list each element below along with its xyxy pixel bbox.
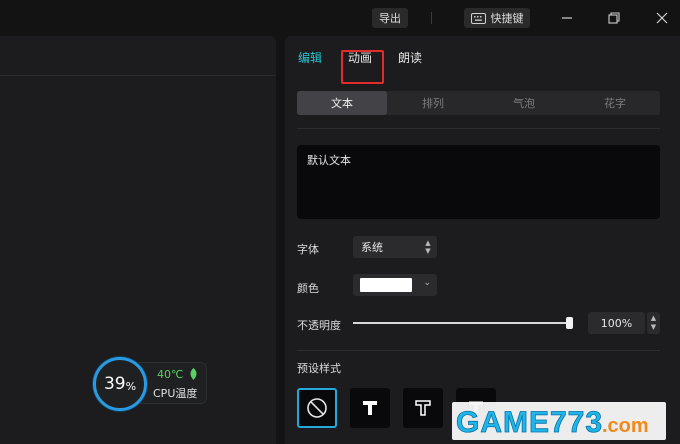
- highlight-box: [341, 50, 384, 84]
- shortcut-button[interactable]: 快捷键: [464, 8, 530, 28]
- font-value: 系统: [361, 241, 383, 254]
- cpu-temperature: 40℃: [157, 368, 184, 381]
- opacity-slider-handle[interactable]: [566, 317, 573, 329]
- shortcut-label: 快捷键: [490, 12, 524, 25]
- updown-icon: ▲ ▼: [425, 239, 431, 255]
- minimize-icon[interactable]: [559, 10, 575, 26]
- preset-style-2[interactable]: [403, 388, 443, 428]
- subtab-text[interactable]: 文本: [297, 91, 387, 115]
- chevron-down-icon: ⌄: [423, 278, 431, 288]
- svg-text:.com: .com: [602, 415, 649, 437]
- cpu-usage-unit: %: [125, 379, 137, 393]
- text-outline-icon: [415, 400, 431, 416]
- cpu-usage-gauge: 39%: [93, 357, 147, 411]
- preset-none[interactable]: [297, 388, 337, 428]
- svg-text:GAME773: GAME773: [456, 406, 603, 439]
- property-panel: 编辑 动画 朗读 文本 排列 气泡 花字 默认文本 字体 系统 ▲ ▼ 颜色 ⌄ …: [285, 36, 680, 444]
- watermark-logo: GAME773 .com: [452, 402, 666, 440]
- leaf-icon: [190, 368, 197, 380]
- opacity-label: 不透明度: [297, 319, 341, 332]
- opacity-stepper[interactable]: ▲ ▼: [647, 312, 660, 334]
- close-icon[interactable]: [654, 10, 670, 26]
- color-label: 颜色: [297, 282, 319, 295]
- preset-style-1[interactable]: [350, 388, 390, 428]
- keyboard-icon: [470, 12, 486, 24]
- divider: [297, 350, 660, 351]
- color-swatch: [360, 278, 412, 292]
- preview-header: [0, 36, 276, 76]
- subtab-arrange[interactable]: 排列: [388, 91, 478, 115]
- subtab-bubble[interactable]: 气泡: [479, 91, 569, 115]
- export-button[interactable]: 导出: [372, 8, 408, 28]
- subtab-fancy-text[interactable]: 花字: [570, 91, 660, 115]
- opacity-value-field[interactable]: 100%: [588, 312, 645, 334]
- tab-edit[interactable]: 编辑: [298, 49, 322, 66]
- cpu-usage-value: 39: [103, 374, 126, 394]
- no-style-icon: [307, 398, 327, 418]
- color-picker[interactable]: ⌄: [353, 274, 437, 296]
- toolbar-divider: [431, 12, 432, 24]
- cpu-temperature-label: CPU温度: [153, 387, 198, 400]
- title-bar: 导出 快捷键: [0, 0, 680, 36]
- opacity-slider[interactable]: [353, 322, 571, 324]
- font-label: 字体: [297, 243, 319, 256]
- divider: [297, 128, 660, 129]
- font-select[interactable]: 系统 ▲ ▼: [353, 236, 437, 258]
- text-style-icon: [363, 401, 377, 415]
- tab-read-aloud[interactable]: 朗读: [398, 49, 422, 66]
- text-input[interactable]: 默认文本: [297, 145, 660, 219]
- subtab-bar: 文本 排列 气泡 花字: [297, 91, 660, 115]
- restore-icon[interactable]: [606, 10, 622, 26]
- preset-style-label: 预设样式: [297, 362, 341, 375]
- cpu-monitor-widget[interactable]: 39% 40℃ CPU温度: [93, 357, 209, 411]
